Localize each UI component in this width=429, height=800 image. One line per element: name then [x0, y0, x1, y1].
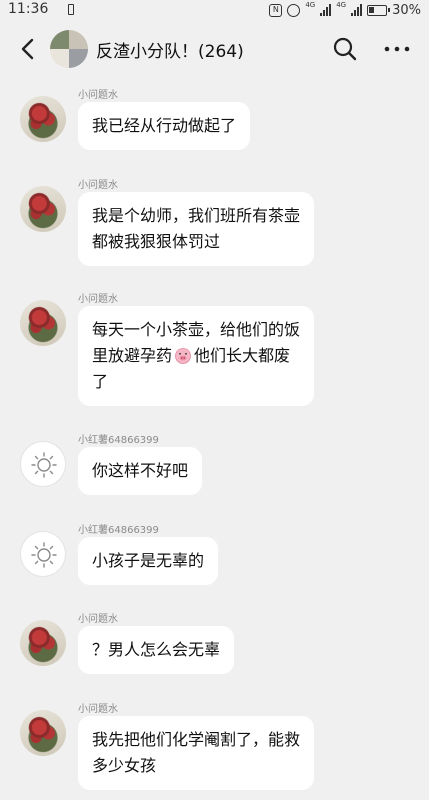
- sender-name: 小问题水: [78, 294, 118, 305]
- sender-name: 小红薯64866399: [78, 435, 159, 446]
- message-bubble[interactable]: ？男人怎么会无辜: [78, 626, 235, 674]
- signal-icon-2: [351, 4, 363, 16]
- message-text: 我先把他们化学阉割了，能救 多少女孩: [92, 730, 301, 775]
- pig-face-emoji-icon: [175, 348, 191, 364]
- rose-avatar[interactable]: [20, 186, 66, 232]
- sun-avatar[interactable]: [20, 441, 66, 487]
- chat-header: 反渣小分队！(264): [0, 20, 429, 78]
- group-avatar[interactable]: [50, 30, 88, 68]
- search-icon[interactable]: [332, 36, 358, 62]
- message-bubble[interactable]: 我先把他们化学阉割了，能救 多少女孩: [78, 716, 315, 790]
- sun-icon: [31, 452, 57, 478]
- message-text: 我已经从行动做起了: [92, 116, 237, 135]
- message-text: ？男人怎么会无辜: [92, 640, 221, 659]
- message-text: 我是个幼师，我们班所有茶壶 都被我狠狠体罚过: [92, 206, 301, 251]
- sender-name: 小问题水: [78, 180, 118, 191]
- alarm-icon: [287, 3, 301, 17]
- back-arrow-icon[interactable]: [16, 34, 42, 64]
- network-type-label-1: 4G: [305, 1, 316, 9]
- rose-avatar[interactable]: [20, 96, 66, 142]
- rose-avatar[interactable]: [20, 300, 66, 346]
- message-bubble[interactable]: 我是个幼师，我们班所有茶壶 都被我狠狠体罚过: [78, 192, 315, 266]
- sender-name: 小红薯64866399: [78, 525, 159, 536]
- rose-avatar[interactable]: [20, 620, 66, 666]
- message-bubble[interactable]: 小孩子是无辜的: [78, 537, 219, 585]
- rose-avatar[interactable]: [20, 710, 66, 756]
- message-text: 每天一个小茶壶，给他们的饭 里放避孕药 他们长大都废 了: [92, 320, 300, 391]
- status-icons: N 4G 4G 30%: [269, 2, 421, 18]
- notification-icon: [68, 4, 74, 15]
- signal-icon: [320, 4, 332, 16]
- message-bubble[interactable]: 每天一个小茶壶，给他们的饭 里放避孕药 他们长大都废 了: [78, 306, 315, 406]
- message-bubble[interactable]: 我已经从行动做起了: [78, 102, 251, 150]
- status-time: 11:36: [8, 1, 49, 17]
- nfc-icon: N: [269, 3, 283, 17]
- sender-name: 小问题水: [78, 704, 118, 715]
- battery-icon: [367, 4, 391, 16]
- chat-title: 反渣小分队！(264): [96, 42, 244, 62]
- message-bubble[interactable]: 你这样不好吧: [78, 447, 203, 495]
- more-options-icon[interactable]: [382, 36, 412, 62]
- status-bar: 11:36 N 4G 4G 30%: [0, 0, 429, 20]
- sender-name: 小问题水: [78, 614, 118, 625]
- message-text: 小孩子是无辜的: [92, 551, 205, 570]
- sender-name: 小问题水: [78, 90, 118, 101]
- message-text: 你这样不好吧: [92, 461, 189, 480]
- sun-avatar[interactable]: [20, 531, 66, 577]
- battery-percent: 30%: [392, 2, 421, 18]
- network-type-label-2: 4G: [336, 1, 347, 9]
- sun-icon: [31, 542, 57, 568]
